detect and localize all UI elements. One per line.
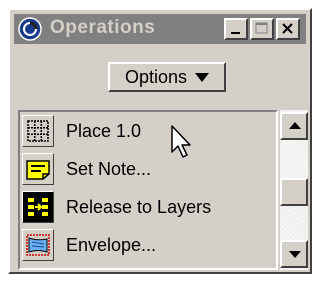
close-button[interactable] [276,18,300,40]
mouse-pointer-icon [171,125,191,158]
options-label: Options [124,66,188,87]
title-bar[interactable]: Operations [14,14,306,44]
operations-palette: Operations Options Place 1.0 Set Note...… [8,8,312,274]
list-item[interactable]: Release to Layers [20,188,276,226]
scroll-up-button[interactable] [280,112,308,140]
list-item-label: Release to Layers [66,197,212,217]
envelope-icon [22,229,54,261]
arrow-up-icon [289,122,301,129]
dotted-grid-icon [22,115,54,147]
scroll-thumb[interactable] [280,178,308,206]
note-icon [22,153,54,185]
list-item-label: Set Note... [66,159,152,179]
app-icon [18,17,42,41]
list-item-label: Place 1.0 [66,121,142,141]
dropdown-arrow-icon [195,72,210,82]
list-item-label: Envelope... [66,235,157,255]
maximize-icon [255,22,268,34]
tool-list: Place 1.0 Set Note... Release to Layers … [18,110,278,270]
close-icon [282,23,293,34]
scroll-down-button[interactable] [280,240,308,268]
window-title: Operations [50,17,156,38]
options-dropdown-button[interactable]: Options [108,62,226,92]
minimize-icon [231,32,240,34]
vertical-scrollbar[interactable] [280,110,308,270]
list-item[interactable]: Place 1.0 [20,112,276,150]
minimize-button[interactable] [224,18,248,40]
maximize-button[interactable] [250,18,274,40]
list-item[interactable]: Envelope... [20,226,276,264]
arrow-down-icon [289,251,301,258]
list-item[interactable]: Set Note... [20,150,276,188]
layers-icon [22,191,54,223]
